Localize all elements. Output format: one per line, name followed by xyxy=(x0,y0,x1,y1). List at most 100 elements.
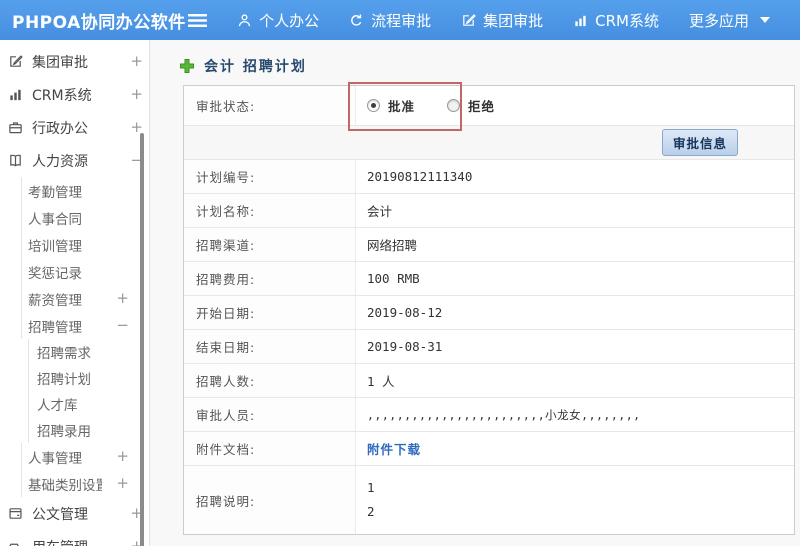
sidebar-nav: 集团审批 + CRM系统 + 行政办公 + 人力资源 − 考勤管理 人事合同 培训管理 奖惩记录 薪资管… xyxy=(0,40,150,546)
hamburger-menu-icon[interactable] xyxy=(188,13,208,28)
sidebar-item-label: 集团审批 xyxy=(32,54,88,71)
field-label: 审批状态: xyxy=(184,86,356,125)
table-row: 开始日期: 2019-08-12 xyxy=(184,296,794,330)
expand-icon[interactable]: + xyxy=(116,291,129,306)
briefcase-icon xyxy=(8,120,23,135)
sidebar-item[interactable]: 集团审批 + xyxy=(0,45,149,78)
sidebar-item-label: 薪资管理 xyxy=(28,292,82,309)
collapse-icon[interactable]: − xyxy=(116,318,129,333)
field-value: 会计 xyxy=(367,204,393,219)
sidebar-item-label: 招聘管理 xyxy=(28,319,82,336)
table-row: 招聘人数: 1 人 xyxy=(184,364,794,398)
detail-table: 审批状态: 批准 拒绝 审批信息 计划编号: 20190812111340 计划名称… xyxy=(183,82,795,535)
expand-icon[interactable]: + xyxy=(130,54,143,69)
sidebar-item[interactable]: 基础类别设置 + xyxy=(0,470,149,497)
field-value: 100 RMB xyxy=(367,271,420,286)
field-value-line: 2 xyxy=(367,504,375,519)
field-label: 招聘人数: xyxy=(184,364,356,397)
sidebar-item[interactable]: 招聘管理 − xyxy=(0,312,149,339)
nav-item-2[interactable]: 流程审批 xyxy=(349,10,431,31)
sidebar-item[interactable]: 招聘录用 xyxy=(0,417,149,443)
sidebar-item[interactable]: 薪资管理 + xyxy=(0,285,149,312)
sidebar-item-label: 培训管理 xyxy=(28,238,82,255)
sidebar-item-label: CRM系统 xyxy=(32,87,92,104)
field-value: 2019-08-31 xyxy=(367,339,443,354)
nav-item-label: 集团审批 xyxy=(483,11,544,30)
app-logo: PHPOA协同办公软件 xyxy=(12,12,186,33)
field-label: 计划名称: xyxy=(184,194,356,227)
page-title-row: 会计 招聘计划 xyxy=(151,40,800,77)
approval-options: 批准 拒绝 xyxy=(356,86,794,125)
book-icon xyxy=(8,153,23,168)
nav-item-5[interactable]: 更多应用 xyxy=(689,10,770,31)
sidebar-item[interactable]: 公文管理 + xyxy=(0,497,149,530)
sidebar-item[interactable]: 人事合同 xyxy=(0,204,149,231)
sidebar-item[interactable]: 考勤管理 xyxy=(0,177,149,204)
caret-down-icon xyxy=(760,17,770,23)
expand-icon[interactable]: + xyxy=(130,87,143,102)
page-title: 会计 招聘计划 xyxy=(204,59,307,75)
sidebar-item-label: 考勤管理 xyxy=(28,184,82,201)
table-row: 审批人员: ,,,,,,,,,,,,,,,,,,,,,,,,小龙女,,,,,,,, xyxy=(184,398,794,432)
field-label: 招聘渠道: xyxy=(184,228,356,261)
sidebar-item[interactable]: 培训管理 xyxy=(0,231,149,258)
field-value: 1 人 xyxy=(367,374,395,389)
main-content: 会计 招聘计划 审批状态: 批准 拒绝 审批信息 计划编号: 2019081211… xyxy=(151,40,800,546)
field-label: 结束日期: xyxy=(184,330,356,363)
table-row: 招聘费用: 100 RMB xyxy=(184,262,794,296)
sidebar-item-label: 基础类别设置 xyxy=(28,477,103,494)
field-label: 计划编号: xyxy=(184,160,356,193)
sidebar-item[interactable]: 招聘计划 xyxy=(0,365,149,391)
field-value: 2019-08-12 xyxy=(367,305,443,320)
sidebar-item-label: 人力资源 xyxy=(32,153,88,170)
nav-item-label: 个人办公 xyxy=(259,11,320,30)
approval-status-row: 审批状态: 批准 拒绝 xyxy=(184,86,794,126)
table-row: 计划名称: 会计 xyxy=(184,194,794,228)
user-icon xyxy=(237,13,252,28)
nav-item-1[interactable]: 个人办公 xyxy=(237,10,319,31)
sidebar-item[interactable]: 招聘需求 xyxy=(0,339,149,365)
field-value: ,,,,,,,,,,,,,,,,,,,,,,,,小龙女,,,,,,,, xyxy=(367,407,641,422)
expand-icon[interactable]: + xyxy=(116,449,129,464)
sidebar-item[interactable]: 人力资源 − xyxy=(0,144,149,177)
radio-reject-label: 拒绝 xyxy=(468,99,496,114)
sidebar-item-label: 奖惩记录 xyxy=(28,265,82,282)
nav-item-4[interactable]: CRM系统 xyxy=(573,10,659,31)
add-icon[interactable] xyxy=(179,58,195,74)
sidebar-item[interactable]: 人事管理 + xyxy=(0,443,149,470)
sidebar-item[interactable]: 用车管理+ xyxy=(0,530,149,546)
attachment-download-link[interactable]: 附件下载 xyxy=(367,439,421,458)
field-label: 招聘说明: xyxy=(184,466,356,534)
sidebar-item-label: 用车管理 xyxy=(32,537,88,546)
table-row: 附件文档: 附件下载 xyxy=(184,432,794,466)
field-value: 20190812111340 xyxy=(367,169,473,184)
sidebar-item-label: 招聘计划 xyxy=(37,372,91,388)
sidebar-item-label: 人事合同 xyxy=(28,211,82,228)
bar-chart-icon xyxy=(573,13,588,28)
field-label: 招聘费用: xyxy=(184,262,356,295)
sidebar-item[interactable]: CRM系统 + xyxy=(0,78,149,111)
field-label: 开始日期: xyxy=(184,296,356,329)
sidebar-item[interactable]: 人才库 xyxy=(0,391,149,417)
expand-icon[interactable]: + xyxy=(116,476,129,491)
nav-item-3[interactable]: 集团审批 xyxy=(461,10,543,31)
nav-menu: 个人办公 流程审批 集团审批 CRM系统 更多应用 xyxy=(237,10,800,31)
sidebar-item-label: 人事管理 xyxy=(28,450,82,467)
sidebar-item-label: 招聘需求 xyxy=(37,346,91,362)
action-row: 审批信息 xyxy=(184,126,794,160)
nav-item-label: CRM系统 xyxy=(595,11,659,30)
sidebar-item[interactable]: 行政办公 + xyxy=(0,111,149,144)
process-icon xyxy=(349,13,364,28)
edit-square-icon xyxy=(461,13,476,28)
approval-info-button[interactable]: 审批信息 xyxy=(661,129,738,156)
top-navbar: PHPOA协同办公软件 个人办公 流程审批 集团审批 CRM系统 更多应用 xyxy=(0,0,800,40)
sidebar-item[interactable]: 奖惩记录 xyxy=(0,258,149,285)
radio-approve-label: 批准 xyxy=(388,99,416,114)
edit-square-icon xyxy=(8,54,23,69)
sidebar-item-label: 公文管理 xyxy=(32,506,88,523)
radio-approve[interactable] xyxy=(367,99,380,112)
field-value-line: 1 xyxy=(367,480,375,495)
sidebar-scrollbar-thumb[interactable] xyxy=(140,133,144,546)
sidebar-item-label: 招聘录用 xyxy=(37,424,91,440)
radio-reject[interactable] xyxy=(447,99,461,112)
